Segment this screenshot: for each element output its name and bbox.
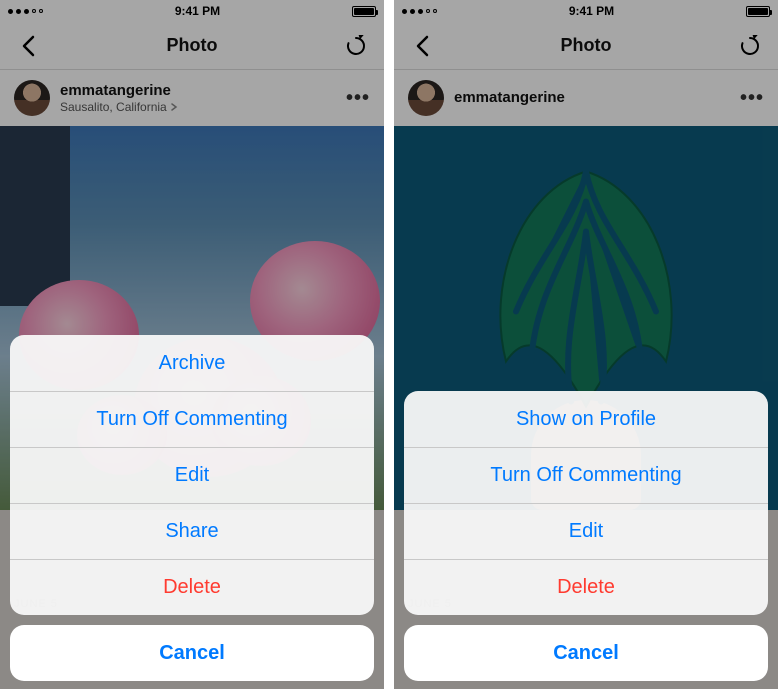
action-sheet-options: Show on Profile Turn Off Commenting Edit… [404,391,768,615]
action-sheet: Show on Profile Turn Off Commenting Edit… [404,391,768,681]
option-edit[interactable]: Edit [10,447,374,503]
action-sheet-options: Archive Turn Off Commenting Edit Share D… [10,335,374,615]
phone-screen-right: 9:41 PM Photo emmatangerine ••• JUNE 5 [394,0,778,689]
action-sheet: Archive Turn Off Commenting Edit Share D… [10,335,374,681]
cancel-button[interactable]: Cancel [10,625,374,681]
option-archive[interactable]: Archive [10,335,374,391]
option-turn-off-commenting[interactable]: Turn Off Commenting [404,447,768,503]
option-show-on-profile[interactable]: Show on Profile [404,391,768,447]
option-delete[interactable]: Delete [10,559,374,615]
option-edit[interactable]: Edit [404,503,768,559]
option-delete[interactable]: Delete [404,559,768,615]
phone-screen-left: 9:41 PM Photo emmatangerine Sausalito, C… [0,0,384,689]
option-share[interactable]: Share [10,503,374,559]
cancel-button[interactable]: Cancel [404,625,768,681]
option-turn-off-commenting[interactable]: Turn Off Commenting [10,391,374,447]
